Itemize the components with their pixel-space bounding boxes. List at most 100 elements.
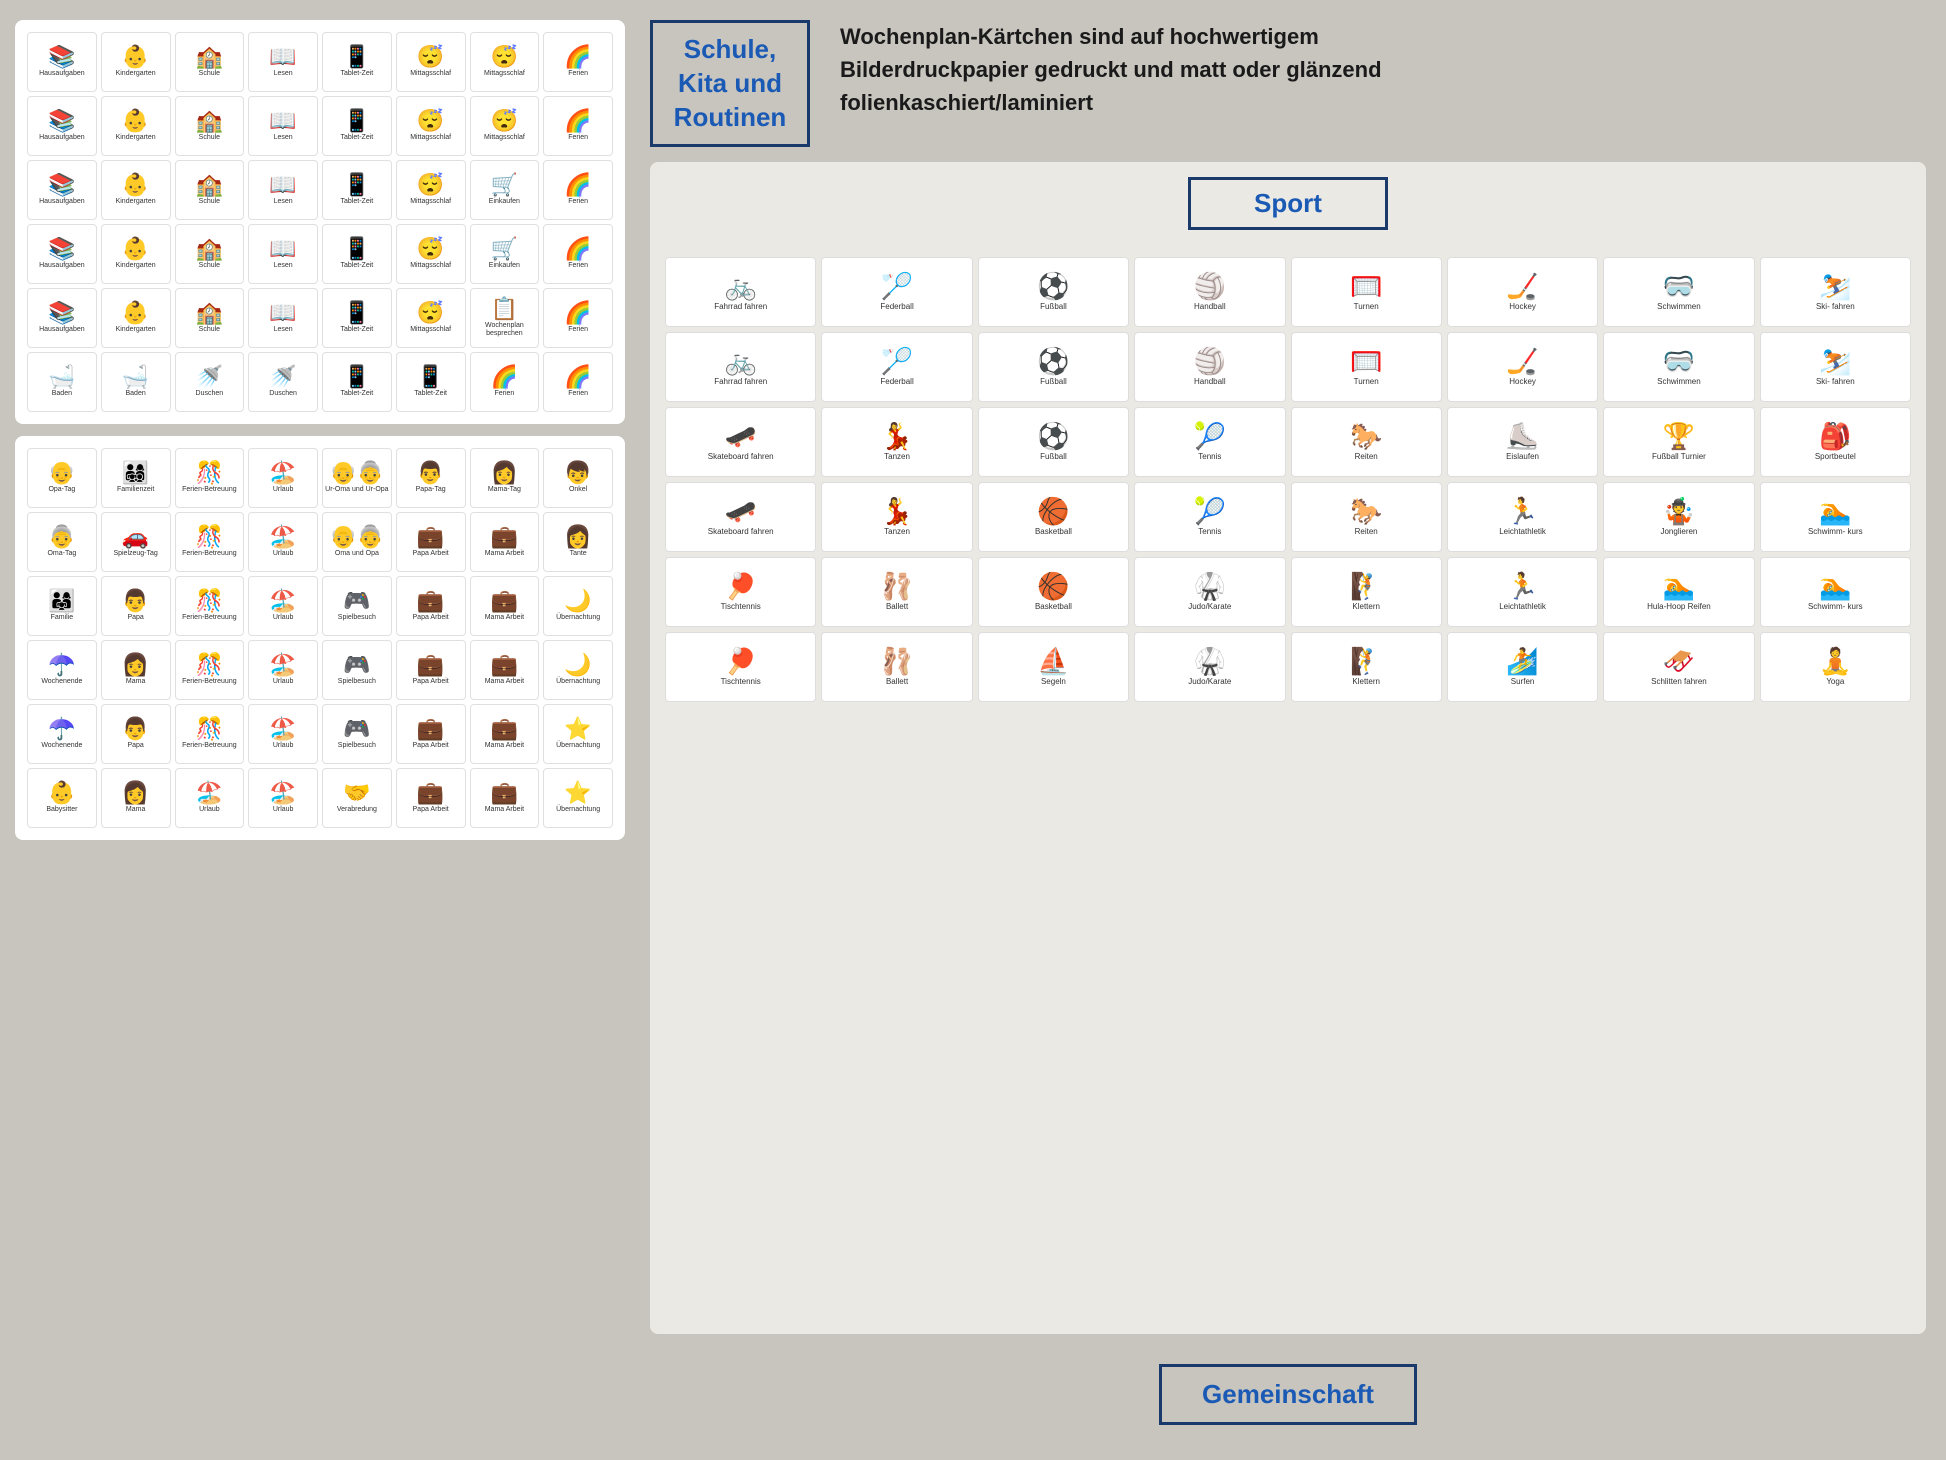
school-card-2-3: 📖 Lesen <box>248 160 318 220</box>
card-label: Papa Arbeit <box>413 614 449 622</box>
sport-icon: 🛹 <box>725 423 757 449</box>
sport-label: Basketball <box>1035 527 1072 537</box>
sport-card-0-0: 🚲 Fahrrad fahren <box>665 257 816 327</box>
card-icon: 💼 <box>491 782 518 804</box>
card-label: Ur-Oma und Ur-Opa <box>325 486 388 494</box>
sport-label: Reiten <box>1355 527 1378 537</box>
sport-card-0-1: 🏸 Federball <box>821 257 972 327</box>
school-card-3-7: 🌈 Ferien <box>543 224 613 284</box>
card-label: Baden <box>126 390 146 398</box>
card-label: Familie <box>51 614 74 622</box>
school-card-1-6: 😴 Mittagsschlaf <box>470 96 540 156</box>
card-icon: 📱 <box>343 46 370 68</box>
sport-icon: 💃 <box>881 498 913 524</box>
sport-card-5-0: 🏓 Tischtennis <box>665 632 816 702</box>
sport-card-5-7: 🧘 Yoga <box>1760 632 1911 702</box>
card-icon: 📖 <box>269 238 296 260</box>
sport-icon: 🤹 <box>1663 498 1695 524</box>
sport-card-1-0: 🚲 Fahrrad fahren <box>665 332 816 402</box>
card-icon: 🎮 <box>343 590 370 612</box>
sport-label: Sportbeutel <box>1815 452 1856 462</box>
card-label: Hausaufgaben <box>39 262 85 270</box>
school-card-1-7: 🌈 Ferien <box>543 96 613 156</box>
sport-label: Tanzen <box>884 527 910 537</box>
card-label: Mama Arbeit <box>485 614 524 622</box>
card-label: Tablet-Zeit <box>341 262 374 270</box>
card-label: Einkaufen <box>489 198 520 206</box>
community-card-5-6: 💼 Mama Arbeit <box>470 768 540 828</box>
card-icon: 👨 <box>122 718 149 740</box>
sport-section: Sport 🚲 Fahrrad fahren 🏸 Federball ⚽ Fuß… <box>650 162 1926 1334</box>
sport-label: Segeln <box>1041 677 1066 687</box>
card-label: Übernachtung <box>556 742 600 750</box>
card-icon: 💼 <box>417 526 444 548</box>
card-icon: 📖 <box>269 174 296 196</box>
school-card-1-2: 🏫 Schule <box>175 96 245 156</box>
school-card-4-6: 📋 Wochenplan besprechen <box>470 288 540 348</box>
card-label: Schule <box>199 326 220 334</box>
sport-card-2-2: ⚽ Fußball <box>978 407 1129 477</box>
card-icon: 🏖️ <box>269 782 296 804</box>
card-label: Urlaub <box>273 550 294 558</box>
card-icon: 💼 <box>491 654 518 676</box>
school-card-4-0: 📚 Hausaufgaben <box>27 288 97 348</box>
card-icon: 👶 <box>122 174 149 196</box>
card-label: Mama Arbeit <box>485 678 524 686</box>
school-card-1-1: 👶 Kindergarten <box>101 96 171 156</box>
community-card-0-0: 👴 Opa-Tag <box>27 448 97 508</box>
community-card-4-5: 💼 Papa Arbeit <box>396 704 466 764</box>
card-label: Mama-Tag <box>488 486 521 494</box>
sport-label: Fußball Turnier <box>1652 452 1706 462</box>
card-label: Ferien-Betreuung <box>182 614 236 622</box>
card-label: Ferien <box>568 390 588 398</box>
sport-label: Schwimmen <box>1657 377 1701 387</box>
card-label: Übernachtung <box>556 614 600 622</box>
community-card-0-2: 🎊 Ferien-Betreuung <box>175 448 245 508</box>
card-label: Tablet-Zeit <box>341 70 374 78</box>
card-label: Lesen <box>274 198 293 206</box>
sport-label: Ballett <box>886 602 908 612</box>
school-card-4-2: 🏫 Schule <box>175 288 245 348</box>
school-card-1-3: 📖 Lesen <box>248 96 318 156</box>
sport-card-1-2: ⚽ Fußball <box>978 332 1129 402</box>
school-card-5-6: 🌈 Ferien <box>470 352 540 412</box>
sport-card-3-2: 🏀 Basketball <box>978 482 1129 552</box>
card-icon: 📖 <box>269 302 296 324</box>
sport-card-3-3: 🎾 Tennis <box>1134 482 1285 552</box>
card-icon: 🤝 <box>343 782 370 804</box>
sport-card-3-6: 🤹 Jonglieren <box>1603 482 1754 552</box>
community-card-5-7: ⭐ Übernachtung <box>543 768 613 828</box>
sport-label: Klettern <box>1352 602 1380 612</box>
card-icon: 👨 <box>417 462 444 484</box>
card-label: Papa <box>127 742 143 750</box>
school-card-0-0: 📚 Hausaufgaben <box>27 32 97 92</box>
sport-label: Hula-Hoop Reifen <box>1647 602 1711 612</box>
sport-label: Handball <box>1194 302 1226 312</box>
card-icon: 🏖️ <box>269 718 296 740</box>
card-icon: ☂️ <box>48 654 75 676</box>
card-label: Papa Arbeit <box>413 742 449 750</box>
card-label: Ferien-Betreuung <box>182 486 236 494</box>
sport-card-4-5: 🏃 Leichtathletik <box>1447 557 1598 627</box>
school-card-grid: 📚 Hausaufgaben 👶 Kindergarten 🏫 Schule 📖… <box>27 32 613 412</box>
sport-label: Jonglieren <box>1660 527 1697 537</box>
card-icon: 👨‍👩‍👧‍👦 <box>122 462 149 484</box>
sport-icon: 💃 <box>881 423 913 449</box>
card-label: Urlaub <box>199 806 220 814</box>
card-label: Urlaub <box>273 806 294 814</box>
sport-card-2-6: 🏆 Fußball Turnier <box>1603 407 1754 477</box>
card-icon: 👩 <box>491 462 518 484</box>
sport-card-4-3: 🥋 Judo/Karate <box>1134 557 1285 627</box>
card-icon: 📖 <box>269 110 296 132</box>
sport-icon: 🎒 <box>1819 423 1851 449</box>
card-icon: 👴👵 <box>329 462 384 484</box>
sport-card-1-1: 🏸 Federball <box>821 332 972 402</box>
community-card-1-6: 💼 Mama Arbeit <box>470 512 540 572</box>
card-label: Übernachtung <box>556 806 600 814</box>
school-card-2-7: 🌈 Ferien <box>543 160 613 220</box>
sport-icon: 🏄 <box>1506 648 1538 674</box>
card-icon: 📱 <box>343 174 370 196</box>
card-icon: 📚 <box>48 174 75 196</box>
school-card-4-3: 📖 Lesen <box>248 288 318 348</box>
sport-icon: 🧗 <box>1350 573 1382 599</box>
